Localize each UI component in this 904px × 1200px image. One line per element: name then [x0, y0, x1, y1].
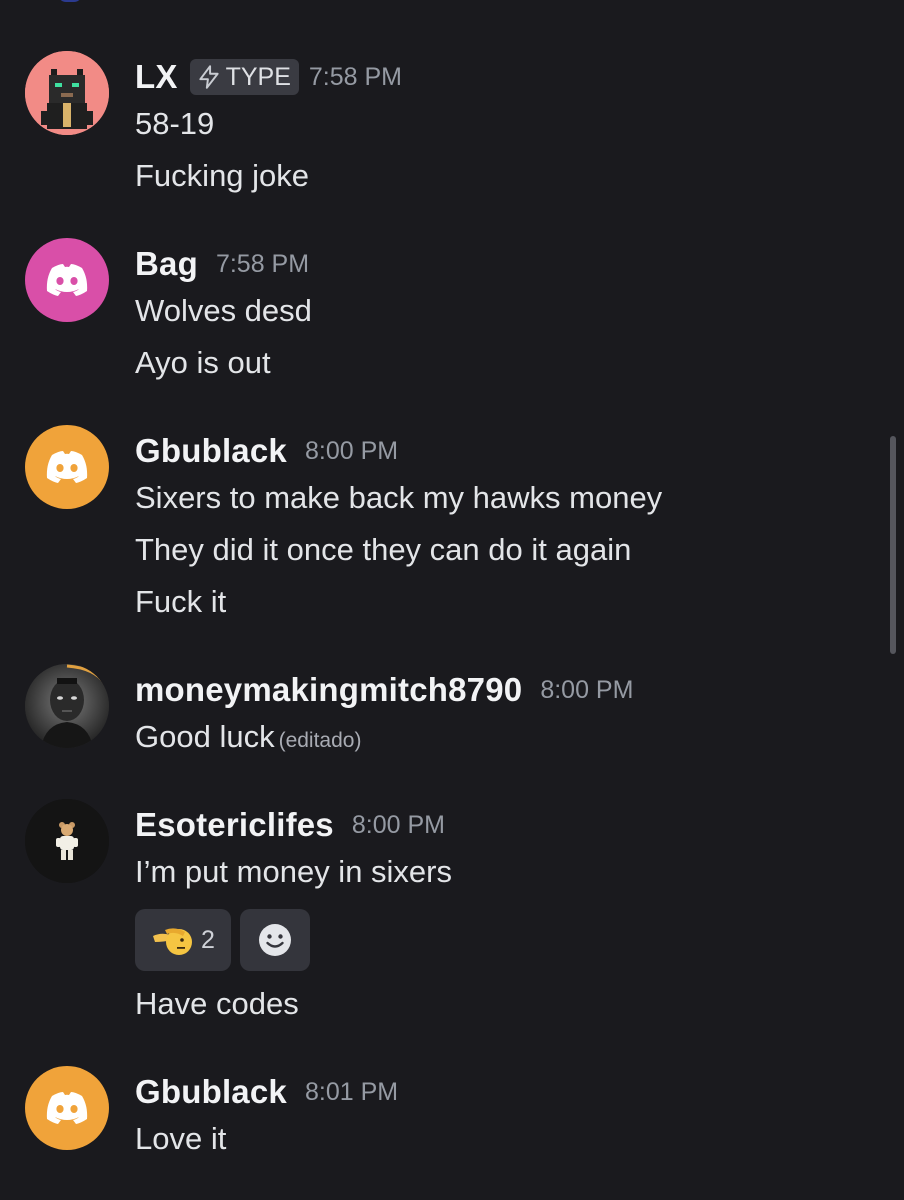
timestamp: 8:00 PM — [351, 810, 445, 839]
lightning-icon — [198, 65, 219, 89]
avatar[interactable] — [25, 799, 109, 883]
chat-message-list[interactable]: LX TYPE 7:58 PM 58-19 Fucking joke Bag 7… — [0, 0, 904, 1200]
username[interactable]: Esotericlifes — [135, 806, 334, 844]
message-header: moneymakingmitch8790 8:00 PM — [135, 668, 633, 712]
timestamp: 8:00 PM — [540, 675, 634, 704]
username[interactable]: Bag — [135, 245, 198, 283]
message-text: I’m put money in sixers — [135, 854, 452, 889]
message-text: 58-19 — [135, 106, 215, 141]
message-text: Good luck (editado) — [135, 717, 361, 761]
edited-indicator: (editado) — [278, 729, 362, 752]
message-header: Gbublack 8:01 PM — [135, 1070, 398, 1114]
avatar[interactable] — [25, 51, 109, 135]
timestamp: 8:00 PM — [304, 436, 399, 465]
message-text: Sixers to make back my hawks money — [135, 480, 663, 515]
reaction-count: 2 — [201, 925, 215, 954]
message-text: Ayo is out — [135, 345, 271, 380]
timestamp: 8:01 PM — [304, 1077, 399, 1106]
discord-logo-icon — [46, 451, 88, 483]
message-text: Fuck it — [135, 584, 227, 619]
pixel-cat-avatar-icon — [25, 51, 109, 135]
add-reaction-button[interactable] — [240, 909, 310, 971]
previous-avatar — [58, 0, 82, 2]
message-text: Fucking joke — [135, 158, 310, 193]
timestamp: 7:58 PM — [215, 249, 310, 278]
username[interactable]: Gbublack — [135, 1073, 287, 1111]
avatar[interactable] — [25, 664, 109, 748]
message-header: Gbublack 8:00 PM — [135, 429, 398, 473]
message-text: They did it once they can do it again — [135, 532, 632, 567]
avatar[interactable] — [25, 238, 109, 322]
avatar[interactable] — [25, 1066, 109, 1150]
timestamp: 7:58 PM — [308, 62, 402, 91]
message-text: Love it — [135, 1121, 227, 1156]
tag-label: TYPE — [225, 62, 291, 91]
discord-logo-icon — [46, 1092, 88, 1124]
username[interactable]: Gbublack — [135, 432, 287, 470]
avatar[interactable] — [25, 425, 109, 509]
server-tag[interactable]: TYPE — [189, 59, 299, 95]
reaction-saluting-face[interactable]: 2 — [135, 909, 231, 971]
add-reaction-smiley-icon — [259, 924, 291, 956]
previous-message-cutoff — [0, 0, 904, 6]
discord-logo-icon — [46, 264, 88, 296]
username[interactable]: LX — [135, 58, 178, 96]
saluting-face-icon — [153, 928, 193, 955]
teddy-bear-avatar-icon — [25, 799, 109, 883]
message-header: Esotericlifes 8:00 PM — [135, 803, 445, 847]
message-text: Have codes — [135, 986, 299, 1021]
message-body: Good luck — [135, 719, 275, 754]
message-header: LX TYPE 7:58 PM — [135, 55, 402, 99]
message-header: Bag 7:58 PM — [135, 242, 309, 286]
message-text: Wolves desd — [135, 293, 312, 328]
username[interactable]: moneymakingmitch8790 — [135, 671, 522, 709]
profile-photo-avatar-icon — [25, 664, 109, 748]
scrollbar-thumb[interactable] — [890, 436, 896, 654]
